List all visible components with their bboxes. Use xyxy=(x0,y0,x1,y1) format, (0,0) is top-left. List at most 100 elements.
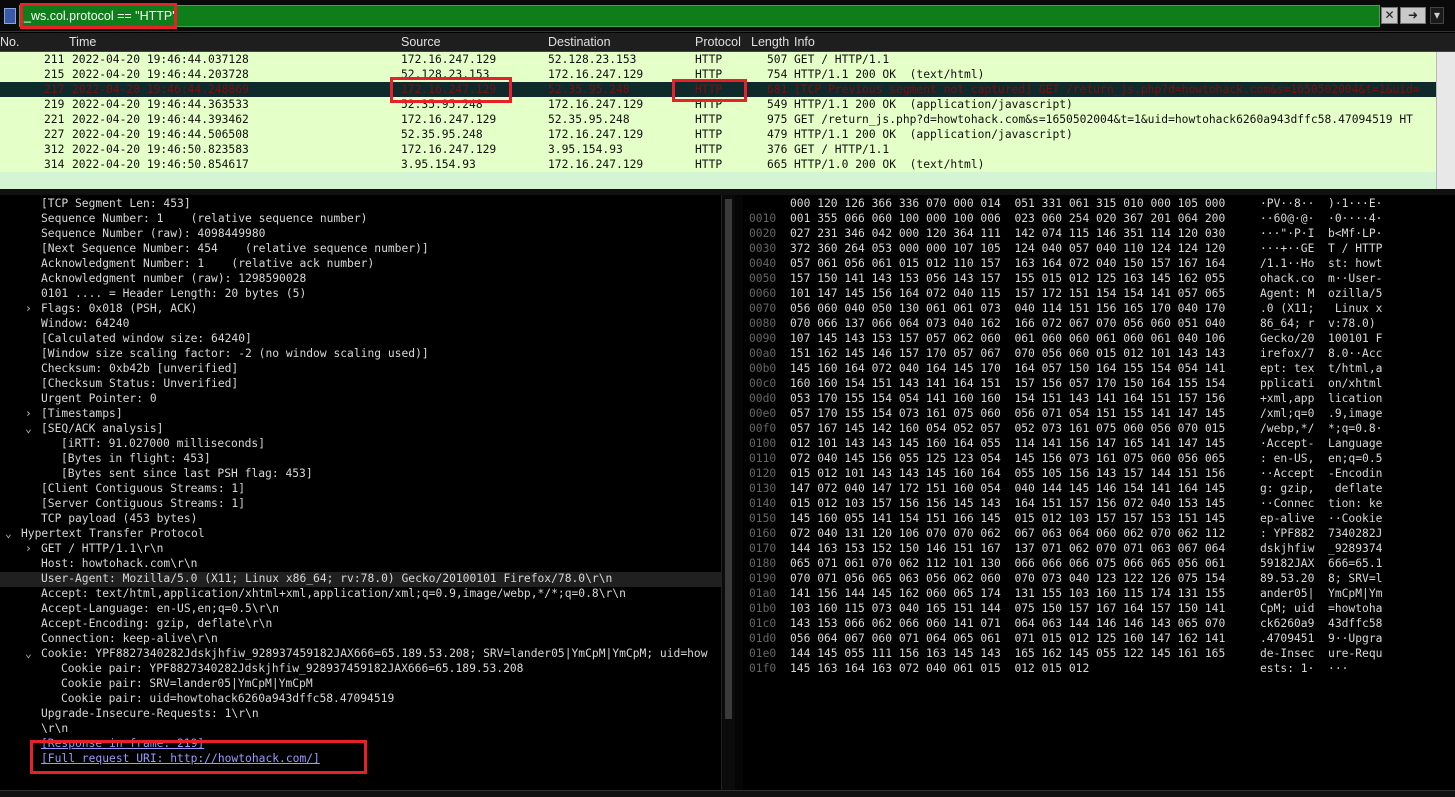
detail-line[interactable]: TCP payload (453 bytes) xyxy=(0,512,721,527)
byte-offset: 0160 xyxy=(749,527,777,540)
bookmark-icon[interactable] xyxy=(4,8,16,24)
column-no[interactable]: No. xyxy=(0,35,19,49)
detail-line[interactable]: › Flags: 0x018 (PSH, ACK) xyxy=(0,302,721,317)
cell-info: HTTP/1.1 200 OK (application/javascript) xyxy=(794,98,1073,111)
packet-row[interactable]: 227 2022-04-20 19:46:44.506508 52.35.95.24… xyxy=(0,127,1436,142)
column-time[interactable]: Time xyxy=(69,35,96,49)
detail-text: Host: howtohack.com\r\n xyxy=(41,557,198,570)
packet-list-scrollbar[interactable] xyxy=(1436,52,1455,189)
cell-time: 2022-04-20 19:46:44.363533 xyxy=(72,98,249,111)
detail-line[interactable]: Accept-Language: en-US,en;q=0.5\r\n xyxy=(0,602,721,617)
detail-link[interactable]: [Full request URI: http://howtohack.com/… xyxy=(41,752,320,765)
filter-dropdown-icon[interactable]: ▾ xyxy=(1430,7,1444,24)
byte-ascii: : YPF882 7340282J xyxy=(1260,527,1383,540)
cell-no: 215 xyxy=(44,68,65,81)
packet-row[interactable]: 314 2022-04-20 19:46:50.854617 3.95.154.93… xyxy=(0,157,1436,172)
detail-line[interactable]: \r\n xyxy=(0,722,721,737)
detail-line[interactable]: [iRTT: 91.027000 milliseconds] xyxy=(0,437,721,452)
byte-offset: 0180 xyxy=(749,557,777,570)
byte-ascii: ohack.co m··User- xyxy=(1260,272,1383,285)
byte-offset: 0120 xyxy=(749,467,777,480)
packet-row[interactable]: 215 2022-04-20 19:46:44.203728 52.128.23.1… xyxy=(0,67,1436,82)
cell-len: 507 xyxy=(767,53,788,66)
column-source[interactable]: Source xyxy=(401,35,441,49)
cell-info: GET / HTTP/1.1 xyxy=(794,143,890,156)
byte-ascii: ep-alive ··Cookie xyxy=(1260,512,1383,525)
status-bar xyxy=(0,790,1455,797)
packet-row-selected[interactable]: 217 2022-04-20 19:46:44.248869 172.16.247.… xyxy=(0,82,1436,97)
detail-line[interactable]: Sequence Number: 1 (relative sequence nu… xyxy=(0,212,721,227)
cell-time: 2022-04-20 19:46:50.854617 xyxy=(72,158,249,171)
cell-len: 754 xyxy=(767,68,788,81)
detail-line[interactable]: ⌄ [SEQ/ACK analysis] xyxy=(0,422,721,437)
detail-line[interactable]: [TCP Segment Len: 453] xyxy=(0,197,721,212)
expand-arrow-icon[interactable]: › xyxy=(25,302,32,315)
detail-line[interactable]: [Client Contiguous Streams: 1] xyxy=(0,482,721,497)
byte-values: 145 160 055 141 154 151 166 145 015 012 … xyxy=(790,512,1226,525)
column-length[interactable]: Length xyxy=(751,35,789,49)
detail-line[interactable]: Upgrade-Insecure-Requests: 1\r\n xyxy=(0,707,721,722)
cell-src: 172.16.247.129 xyxy=(401,113,497,126)
byte-values: 056 060 040 050 130 061 061 073 040 114 … xyxy=(790,302,1226,315)
detail-line[interactable]: ⌄ Cookie: YPF8827340282Jdskjhfiw_92893745… xyxy=(0,647,721,662)
detail-line[interactable]: › GET / HTTP/1.1\r\n xyxy=(0,542,721,557)
packet-row[interactable]: 211 2022-04-20 19:46:44.037128 172.16.247.… xyxy=(0,52,1436,67)
detail-line[interactable]: Cookie pair: uid=howtohack6260a943dffc58… xyxy=(0,692,721,707)
expand-arrow-icon[interactable]: › xyxy=(25,407,32,420)
byte-ascii: /1.1··Ho st: howt xyxy=(1260,257,1383,270)
detail-line[interactable]: [Checksum Status: Unverified] xyxy=(0,377,721,392)
cell-info: HTTP/1.1 200 OK (application/javascript) xyxy=(794,128,1073,141)
detail-line[interactable]: [Response in frame: 219] xyxy=(0,737,721,752)
collapse-arrow-icon[interactable]: ⌄ xyxy=(25,647,32,660)
byte-values: 147 072 040 147 172 151 160 054 040 144 … xyxy=(790,482,1226,495)
detail-line[interactable]: [Calculated window size: 64240] xyxy=(0,332,721,347)
expand-arrow-icon[interactable]: › xyxy=(25,542,32,555)
detail-text: [TCP Segment Len: 453] xyxy=(41,197,191,210)
detail-line[interactable]: [Next Sequence Number: 454 (relative seq… xyxy=(0,242,721,257)
packet-bytes-pane: 000 120 126 366 336 070 000 014 051 331 … xyxy=(743,195,1455,790)
cell-src: 52.128.23.153 xyxy=(401,68,490,81)
detail-link[interactable]: [Response in frame: 219] xyxy=(41,737,204,750)
detail-line[interactable]: Cookie pair: YPF8827340282Jdskjhfiw_9289… xyxy=(0,662,721,677)
apply-filter-icon[interactable]: ➜ xyxy=(1400,7,1426,24)
cell-info: GET / HTTP/1.1 xyxy=(794,53,890,66)
collapse-arrow-icon[interactable]: ⌄ xyxy=(25,422,32,435)
scroll-thumb[interactable] xyxy=(725,199,732,719)
packet-row[interactable]: 221 2022-04-20 19:46:44.393462 172.16.247.… xyxy=(0,112,1436,127)
detail-line[interactable]: Acknowledgment number (raw): 1298590028 xyxy=(0,272,721,287)
collapse-arrow-icon[interactable]: ⌄ xyxy=(5,527,12,540)
detail-line[interactable]: [Bytes in flight: 453] xyxy=(0,452,721,467)
display-filter-input[interactable] xyxy=(19,5,1380,27)
detail-line[interactable]: Accept: text/html,application/xhtml+xml,… xyxy=(0,587,721,602)
detail-line[interactable]: Connection: keep-alive\r\n xyxy=(0,632,721,647)
detail-text: [Timestamps] xyxy=(41,407,123,420)
bytes-pane-splitter[interactable] xyxy=(735,195,743,790)
detail-line[interactable]: Cookie pair: SRV=lander05|YmCpM|YmCpM xyxy=(0,677,721,692)
detail-line[interactable]: Window: 64240 xyxy=(0,317,721,332)
detail-line[interactable]: [Window size scaling factor: -2 (no wind… xyxy=(0,347,721,362)
detail-line[interactable]: User-Agent: Mozilla/5.0 (X11; Linux x86_… xyxy=(0,572,721,587)
byte-values: 107 145 143 153 157 057 062 060 061 060 … xyxy=(790,332,1226,345)
detail-line[interactable]: Accept-Encoding: gzip, deflate\r\n xyxy=(0,617,721,632)
detail-line[interactable]: [Server Contiguous Streams: 1] xyxy=(0,497,721,512)
column-info[interactable]: Info xyxy=(794,35,815,49)
packet-row[interactable]: 312 2022-04-20 19:46:50.823583 172.16.247.… xyxy=(0,142,1436,157)
packet-row[interactable]: 219 2022-04-20 19:46:44.363533 52.35.95.24… xyxy=(0,97,1436,112)
detail-line[interactable]: Checksum: 0xb42b [unverified] xyxy=(0,362,721,377)
detail-line[interactable]: Urgent Pointer: 0 xyxy=(0,392,721,407)
detail-line[interactable]: Acknowledgment Number: 1 (relative ack n… xyxy=(0,257,721,272)
cell-time: 2022-04-20 19:46:44.506508 xyxy=(72,128,249,141)
detail-line[interactable]: 0101 .... = Header Length: 20 bytes (5) xyxy=(0,287,721,302)
column-destination[interactable]: Destination xyxy=(548,35,611,49)
detail-line[interactable]: [Full request URI: http://howtohack.com/… xyxy=(0,752,721,767)
display-filter-value[interactable]: _ws.col.protocol == "HTTP" xyxy=(24,9,177,23)
detail-line[interactable]: [Bytes sent since last PSH flag: 453] xyxy=(0,467,721,482)
detail-line[interactable]: Host: howtohack.com\r\n xyxy=(0,557,721,572)
column-protocol[interactable]: Protocol xyxy=(695,35,741,49)
detail-line[interactable]: ⌄ Hypertext Transfer Protocol xyxy=(0,527,721,542)
detail-line[interactable]: Sequence Number (raw): 4098449980 xyxy=(0,227,721,242)
cell-no: 314 xyxy=(44,158,65,171)
clear-filter-icon[interactable]: ✕ xyxy=(1381,7,1398,24)
details-scrollbar[interactable] xyxy=(721,195,735,790)
detail-line[interactable]: › [Timestamps] xyxy=(0,407,721,422)
